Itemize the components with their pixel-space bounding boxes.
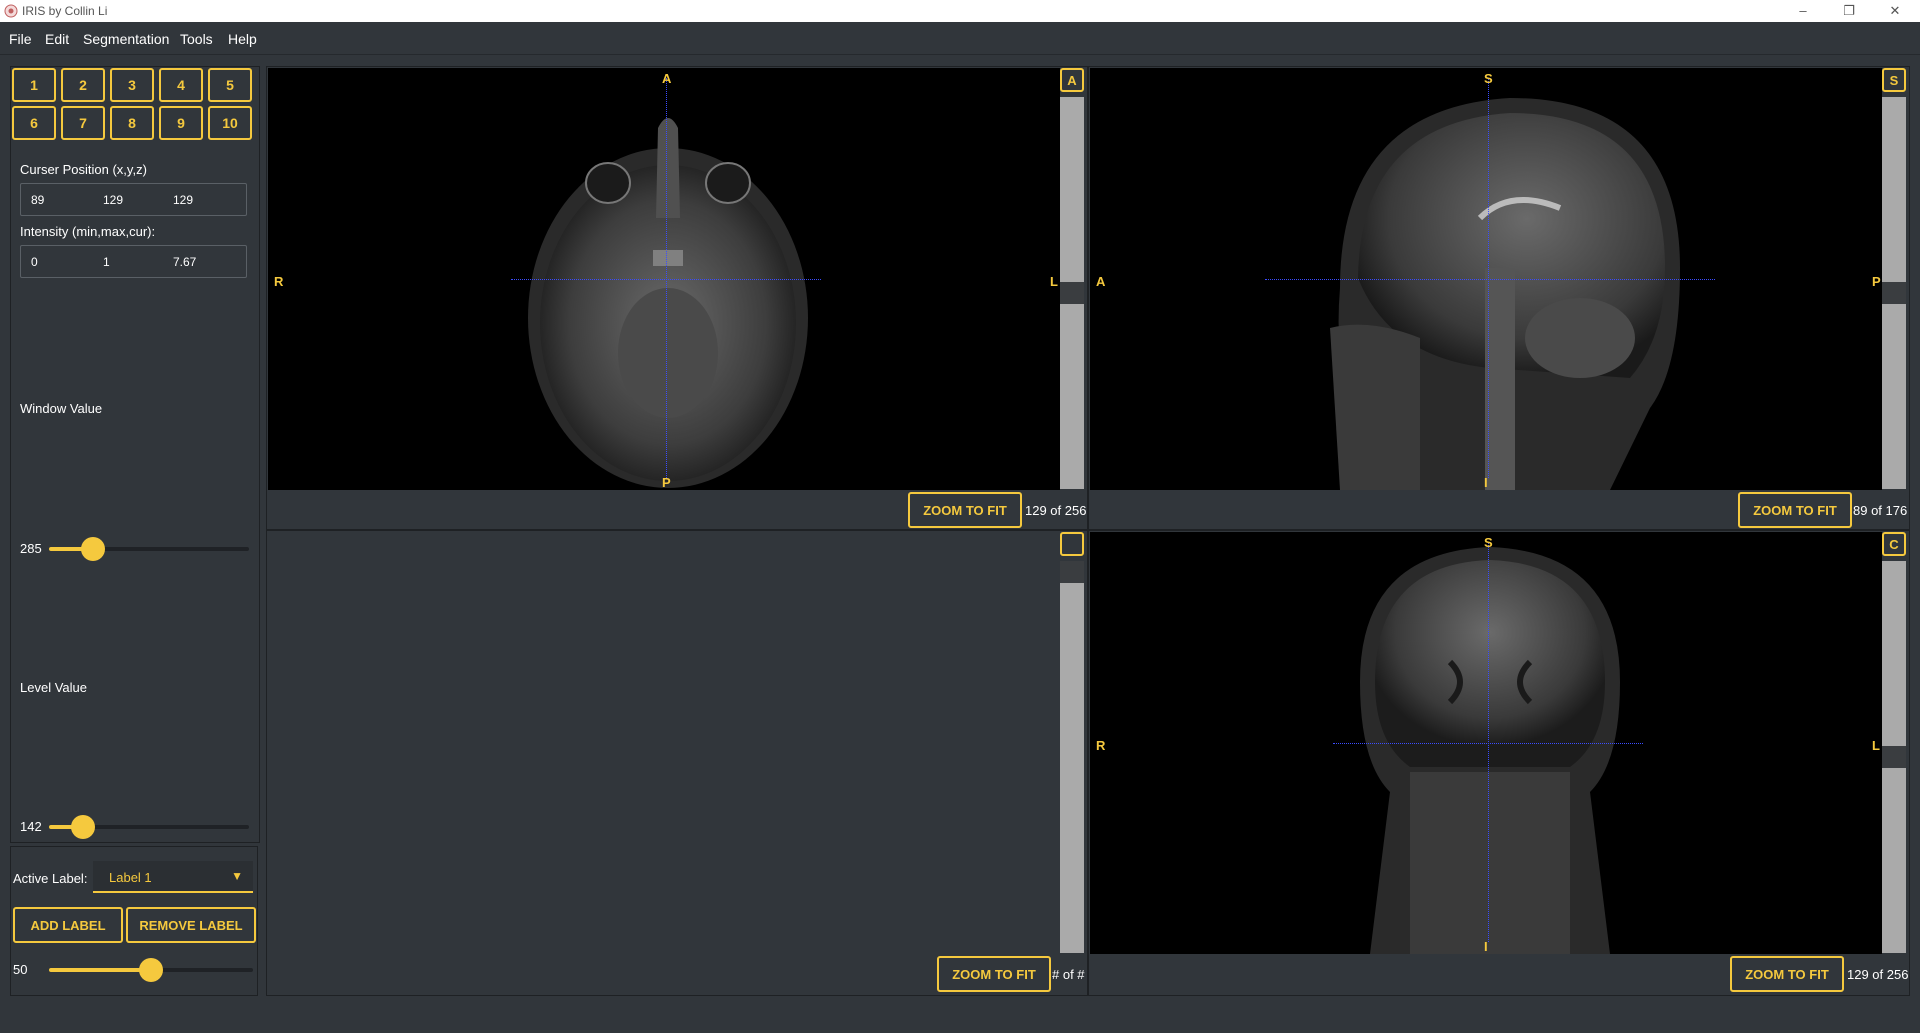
coronal-orient-right: L <box>1872 738 1880 753</box>
sagittal-crosshair-horizontal <box>1265 279 1715 280</box>
coronal-slice-scroll-thumb[interactable] <box>1882 746 1906 768</box>
sagittal-zoom-to-fit-button[interactable]: ZOOM TO FIT <box>1738 492 1852 528</box>
menu-help[interactable]: Help <box>228 31 257 47</box>
active-label-selected: Label 1 <box>109 870 152 885</box>
sagittal-slice-scrollbar[interactable] <box>1882 97 1906 489</box>
coronal-zoom-to-fit-button[interactable]: ZOOM TO FIT <box>1730 956 1844 992</box>
cursor-x: 89 <box>31 193 45 207</box>
preset-button-4[interactable]: 4 <box>159 68 203 102</box>
control-panel: 1 2 3 4 5 6 7 8 9 10 Curser Position (x,… <box>10 66 260 843</box>
sagittal-orient-bottom: I <box>1484 475 1488 490</box>
level-value-label: Level Value <box>20 680 87 695</box>
empty-viewer: ZOOM TO FIT # of # <box>266 530 1088 996</box>
preset-button-1[interactable]: 1 <box>12 68 56 102</box>
preset-button-2[interactable]: 2 <box>61 68 105 102</box>
sagittal-slice-counter: 89 of 176 <box>1853 503 1908 518</box>
level-value-readout: 142 <box>20 819 42 834</box>
maximize-button[interactable]: ❐ <box>1826 0 1872 22</box>
close-button[interactable]: ✕ <box>1872 0 1918 22</box>
coronal-slice-counter: 129 of 256 <box>1847 967 1909 982</box>
remove-label-button[interactable]: REMOVE LABEL <box>126 907 256 943</box>
axial-viewport[interactable]: A P R L <box>268 68 1060 490</box>
empty-slice-scrollbar[interactable] <box>1060 561 1084 953</box>
axial-viewer: A P R L A ZOOM TO FIT 129 of 256 <box>266 66 1088 530</box>
axial-slice-scroll-thumb[interactable] <box>1060 282 1084 304</box>
coronal-orient-top: S <box>1484 535 1493 550</box>
menu-tools[interactable]: Tools <box>180 31 213 47</box>
intensity-cur: 7.67 <box>173 255 197 269</box>
cursor-position-label: Curser Position (x,y,z) <box>20 162 147 177</box>
intensity-max: 1 <box>103 255 110 269</box>
sagittal-orient-top: S <box>1484 71 1493 86</box>
menu-bar: File Edit Segmentation Tools Help <box>0 22 1920 54</box>
axial-crosshair-vertical <box>666 78 667 478</box>
axial-orient-top: A <box>662 71 672 86</box>
axial-view-badge[interactable]: A <box>1060 68 1084 92</box>
axial-orient-bottom: P <box>662 475 671 490</box>
coronal-orient-bottom: I <box>1484 939 1488 954</box>
cursor-z: 129 <box>173 193 194 207</box>
sagittal-crosshair-vertical <box>1488 78 1489 478</box>
intensity-label: Intensity (min,max,cur): <box>20 224 156 239</box>
preset-button-7[interactable]: 7 <box>61 106 105 140</box>
minimize-button[interactable]: – <box>1780 0 1826 22</box>
preset-button-8[interactable]: 8 <box>110 106 154 140</box>
opacity-slider[interactable] <box>49 958 253 982</box>
menu-edit[interactable]: Edit <box>45 31 69 47</box>
window-value-slider-handle[interactable] <box>81 537 105 561</box>
opacity-slider-handle[interactable] <box>139 958 163 982</box>
window-value-slider[interactable] <box>49 537 249 561</box>
menu-segmentation[interactable]: Segmentation <box>83 31 169 47</box>
coronal-slice-scrollbar[interactable] <box>1882 561 1906 953</box>
sagittal-viewer: S I A P S ZOOM TO FIT 89 of 176 <box>1088 66 1910 530</box>
coronal-crosshair-vertical <box>1488 542 1489 942</box>
active-label-text: Active Label: <box>13 871 88 886</box>
add-label-button[interactable]: ADD LABEL <box>13 907 123 943</box>
preset-button-10[interactable]: 10 <box>208 106 252 140</box>
coronal-view-badge[interactable]: C <box>1882 532 1906 556</box>
window-value-readout: 285 <box>20 541 42 556</box>
title-bar: IRIS by Collin Li – ❐ ✕ <box>0 0 1920 22</box>
sagittal-viewport[interactable]: S I A P <box>1090 68 1882 490</box>
menu-file[interactable]: File <box>9 31 32 47</box>
empty-viewport[interactable] <box>268 532 1060 954</box>
intensity-field[interactable]: 0 1 7.67 <box>20 245 247 278</box>
level-value-slider[interactable] <box>49 815 249 839</box>
coronal-orient-left: R <box>1096 738 1106 753</box>
sagittal-orient-left: A <box>1096 274 1106 289</box>
axial-orient-left: R <box>274 274 284 289</box>
level-value-slider-handle[interactable] <box>71 815 95 839</box>
preset-button-5[interactable]: 5 <box>208 68 252 102</box>
active-label-dropdown[interactable]: Label 1 ▼ <box>93 861 253 893</box>
axial-zoom-to-fit-button[interactable]: ZOOM TO FIT <box>908 492 1022 528</box>
empty-view-badge[interactable] <box>1060 532 1084 556</box>
caret-down-icon: ▼ <box>231 869 243 883</box>
sagittal-view-badge[interactable]: S <box>1882 68 1906 92</box>
label-panel: Active Label: Label 1 ▼ ADD LABEL REMOVE… <box>10 846 258 996</box>
axial-slice-scrollbar[interactable] <box>1060 97 1084 489</box>
preset-button-3[interactable]: 3 <box>110 68 154 102</box>
app-icon <box>4 4 18 18</box>
preset-button-9[interactable]: 9 <box>159 106 203 140</box>
axial-orient-right: L <box>1050 274 1058 289</box>
opacity-readout: 50 <box>13 962 28 977</box>
intensity-min: 0 <box>31 255 38 269</box>
opacity-slider-fill <box>49 968 151 972</box>
window-value-label: Window Value <box>20 401 103 416</box>
axial-slice-counter: 129 of 256 <box>1025 503 1087 518</box>
coronal-viewport[interactable]: S I R L <box>1090 532 1882 954</box>
status-bar <box>0 1003 1920 1033</box>
sagittal-slice-scroll-thumb[interactable] <box>1882 282 1906 304</box>
window-title: IRIS by Collin Li <box>22 4 108 18</box>
empty-slice-counter: # of # <box>1052 967 1085 982</box>
empty-slice-scroll-thumb[interactable] <box>1060 561 1084 583</box>
sagittal-orient-right: P <box>1872 274 1881 289</box>
coronal-viewer: S I R L C ZOOM TO FIT 129 of 256 <box>1088 530 1910 996</box>
preset-button-6[interactable]: 6 <box>12 106 56 140</box>
menu-separator <box>0 54 1920 55</box>
cursor-position-field[interactable]: 89 129 129 <box>20 183 247 216</box>
empty-zoom-to-fit-button[interactable]: ZOOM TO FIT <box>937 956 1051 992</box>
cursor-y: 129 <box>103 193 124 207</box>
